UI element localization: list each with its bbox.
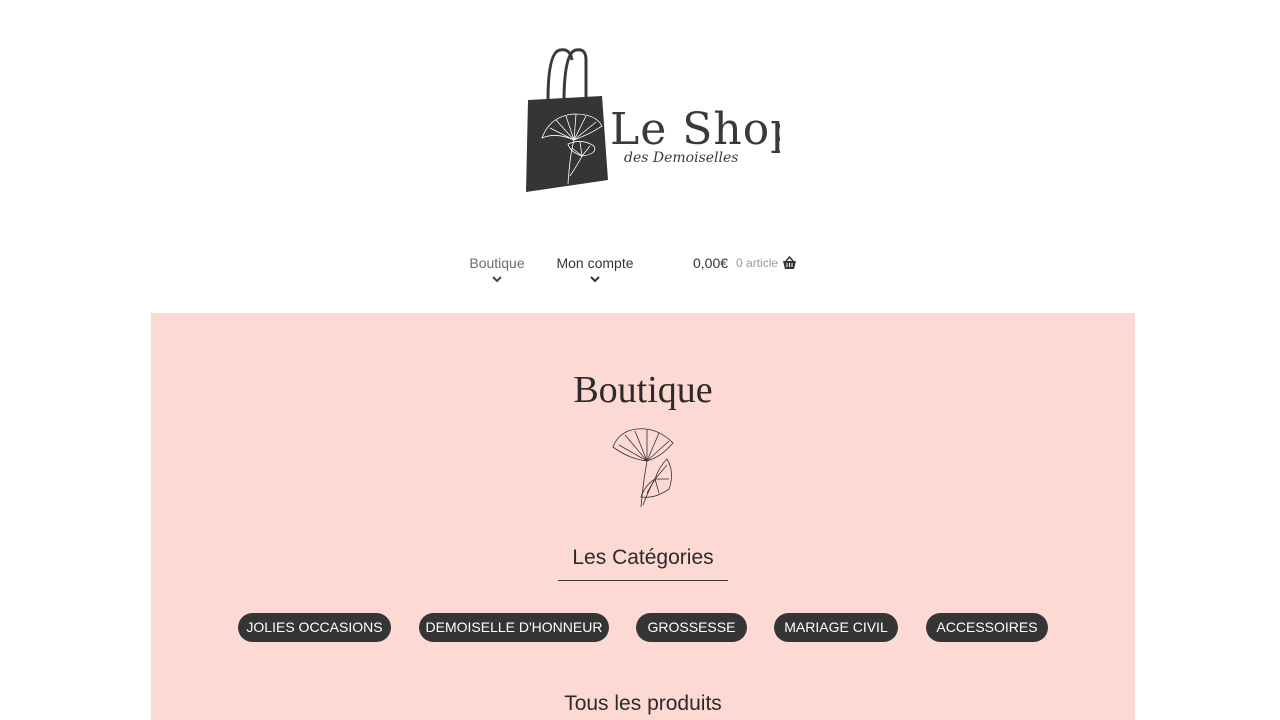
site-logo[interactable]: Le Shop des Demoiselles [510,44,780,200]
main-navigation: Boutique Mon compte 0,00€ 0 article [0,254,1280,294]
all-products-heading: Tous les produits [564,692,722,715]
category-button-grossesse[interactable]: GROSSESSE [636,613,747,642]
page-title: Boutique [573,369,713,411]
nav-item-label: Boutique [469,255,525,271]
nav-item-mon-compte[interactable]: Mon compte [556,254,634,284]
category-button-mariage-civil[interactable]: MARIAGE CIVIL [774,613,898,642]
basket-icon [783,256,797,269]
ginkgo-leaf-icon [612,428,674,508]
chevron-down-icon [590,276,600,283]
category-button-demoiselle-honneur[interactable]: DEMOISELLE D'HONNEUR [419,613,609,642]
category-list: JOLIES OCCASIONS DEMOISELLE D'HONNEUR GR… [151,613,1135,642]
categories-heading: Les Catégories [572,546,714,569]
category-button-accessoires[interactable]: ACCESSOIRES [926,613,1048,642]
logo-wordmark: Le Shop [610,104,780,155]
cart-link[interactable]: 0,00€ 0 article [693,254,797,272]
cart-item-count: 0 article [736,256,779,270]
shopping-bag-logo-icon [526,48,608,192]
nav-item-label: Mon compte [556,255,634,271]
cart-amount: 0,00€ [693,255,729,271]
category-button-jolies-occasions[interactable]: JOLIES OCCASIONS [238,613,391,642]
chevron-down-icon [492,276,502,283]
nav-item-boutique[interactable]: Boutique [466,254,528,284]
shop-content: Boutique Les Catégories JOLIES OCCASIONS… [151,313,1135,720]
logo-tagline: des Demoiselles [624,150,738,166]
heading-underline-divider [558,580,728,581]
site-header: Le Shop des Demoiselles Boutique Mon com… [0,0,1280,313]
